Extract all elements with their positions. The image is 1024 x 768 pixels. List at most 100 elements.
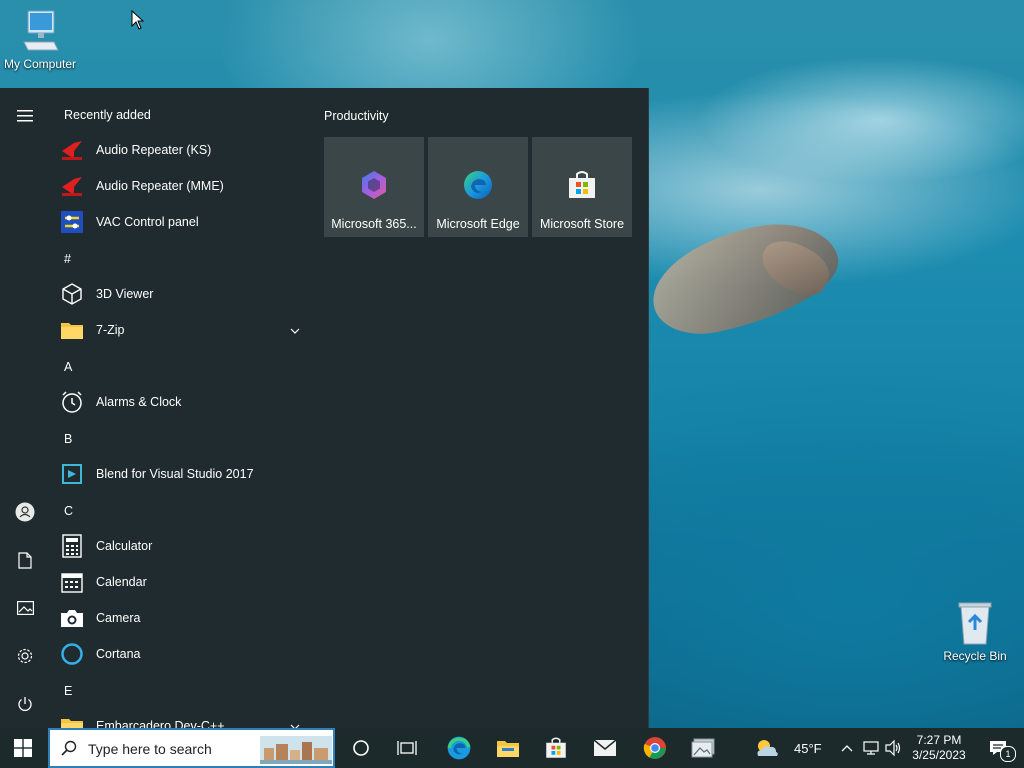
- app-label: 3D Viewer: [96, 287, 154, 301]
- hamburger-menu-icon[interactable]: [13, 104, 37, 128]
- app-label: Calculator: [96, 539, 153, 553]
- store-icon: [546, 737, 566, 758]
- image-viewer-taskbar-button[interactable]: [680, 728, 726, 768]
- mail-icon: [593, 739, 617, 756]
- letter-header-a[interactable]: A: [64, 360, 72, 374]
- pictures-icon[interactable]: [13, 596, 37, 620]
- task-view-button[interactable]: [384, 728, 430, 768]
- volume-button[interactable]: [883, 728, 905, 768]
- cortana-taskbar-button[interactable]: [338, 728, 384, 768]
- search-highlight-illustration-icon: [260, 736, 332, 764]
- letter-header-hash[interactable]: #: [64, 252, 71, 266]
- blend-icon: [60, 462, 84, 486]
- recycle-bin-desktop-icon[interactable]: Recycle Bin: [935, 600, 1015, 663]
- tile-microsoft-edge[interactable]: Microsoft Edge: [428, 137, 528, 237]
- notification-count-badge: 1: [1000, 746, 1016, 762]
- chevron-down-icon[interactable]: [290, 323, 300, 337]
- app-calendar[interactable]: Calendar: [60, 564, 310, 600]
- my-computer-desktop-icon[interactable]: My Computer: [0, 8, 80, 71]
- app-list: Audio Repeater (KS) Audio Repeater (MME)…: [50, 88, 310, 728]
- weather-temperature: 45°F: [794, 740, 822, 756]
- app-alarms-clock[interactable]: Alarms & Clock: [60, 384, 310, 420]
- store-taskbar-button[interactable]: [533, 728, 579, 768]
- audio-repeater-icon: [60, 174, 84, 198]
- app-label: 7-Zip: [96, 323, 125, 337]
- app-label: Blend for Visual Studio 2017: [96, 467, 254, 481]
- taskbar-search-box[interactable]: Type here to search: [48, 728, 335, 768]
- letter-header-e[interactable]: E: [64, 684, 72, 698]
- microsoft-365-icon: [362, 171, 386, 199]
- search-placeholder: Type here to search: [88, 741, 212, 757]
- app-label: Alarms & Clock: [96, 395, 182, 409]
- start-menu: Recently added Audio Repeater (KS) Audio…: [0, 88, 649, 728]
- power-icon[interactable]: [13, 692, 37, 716]
- audio-repeater-icon: [60, 138, 84, 162]
- app-blend-visual-studio[interactable]: Blend for Visual Studio 2017: [60, 456, 310, 492]
- edge-taskbar-button[interactable]: [436, 728, 482, 768]
- show-hidden-icons-button[interactable]: [837, 728, 857, 768]
- calendar-icon: [60, 570, 84, 594]
- app-embarcadero-folder[interactable]: Embarcadero Dev-C++: [60, 708, 310, 728]
- partly-cloudy-icon: [757, 740, 778, 756]
- image-viewer-icon: [691, 738, 715, 758]
- clock-button[interactable]: 7:27 PM 3/25/2023: [906, 728, 972, 768]
- app-audio-repeater-ks[interactable]: Audio Repeater (KS): [60, 132, 310, 168]
- app-cortana[interactable]: Cortana: [60, 636, 310, 672]
- recycle-bin-icon: [958, 602, 992, 645]
- start-button[interactable]: [0, 728, 46, 768]
- tile-microsoft-365[interactable]: Microsoft 365...: [324, 137, 424, 237]
- edge-icon: [447, 736, 471, 760]
- app-3d-viewer[interactable]: 3D Viewer: [60, 276, 310, 312]
- folder-icon: [60, 318, 84, 342]
- chevron-down-icon[interactable]: [290, 719, 300, 728]
- mouse-cursor-icon: [131, 10, 145, 30]
- my-computer-label: My Computer: [3, 57, 77, 71]
- search-icon: [61, 740, 77, 756]
- settings-gear-icon[interactable]: [13, 644, 37, 668]
- app-vac-control-panel[interactable]: VAC Control panel: [60, 204, 310, 240]
- clock-icon: [60, 390, 84, 414]
- cortana-circle-icon: [353, 740, 369, 756]
- start-rail: [0, 88, 50, 728]
- action-center-button[interactable]: 1: [978, 728, 1018, 768]
- vac-control-icon: [60, 210, 84, 234]
- folder-icon: [60, 714, 84, 728]
- app-label: Camera: [96, 611, 141, 625]
- chrome-icon: [643, 737, 666, 759]
- letter-header-c[interactable]: C: [64, 504, 73, 518]
- network-button[interactable]: [860, 728, 882, 768]
- app-audio-repeater-mme[interactable]: Audio Repeater (MME): [60, 168, 310, 204]
- camera-icon: [60, 606, 84, 630]
- tile-label: Microsoft Store: [539, 217, 625, 231]
- letter-header-b[interactable]: B: [64, 432, 72, 446]
- app-label: Cortana: [96, 647, 141, 661]
- app-camera[interactable]: Camera: [60, 600, 310, 636]
- chrome-taskbar-button[interactable]: [632, 728, 678, 768]
- weather-widget[interactable]: 45°F: [752, 728, 842, 768]
- speaker-icon: [885, 740, 901, 756]
- cube-icon: [60, 282, 84, 306]
- clock-date: 3/25/2023: [912, 748, 966, 762]
- recycle-bin-label: Recycle Bin: [943, 649, 1007, 663]
- edge-icon: [464, 171, 492, 199]
- computer-icon: [23, 10, 59, 51]
- store-icon: [569, 171, 595, 198]
- productivity-group-header[interactable]: Productivity: [324, 109, 389, 123]
- documents-icon[interactable]: [13, 548, 37, 572]
- calculator-icon: [60, 534, 84, 558]
- app-label: Embarcadero Dev-C++: [96, 719, 225, 728]
- mail-taskbar-button[interactable]: [582, 728, 628, 768]
- tile-microsoft-store[interactable]: Microsoft Store: [532, 137, 632, 237]
- app-label: Calendar: [96, 575, 147, 589]
- user-account-icon[interactable]: [13, 500, 37, 524]
- cortana-icon: [60, 642, 84, 666]
- app-label: Audio Repeater (MME): [96, 179, 224, 193]
- tile-label: Microsoft 365...: [331, 217, 417, 231]
- app-7zip-folder[interactable]: 7-Zip: [60, 312, 310, 348]
- file-explorer-icon: [497, 741, 519, 757]
- file-explorer-taskbar-button[interactable]: [485, 728, 531, 768]
- chevron-up-icon: [841, 745, 853, 752]
- app-calculator[interactable]: Calculator: [60, 528, 310, 564]
- windows-logo-icon: [14, 739, 32, 757]
- clock-time: 7:27 PM: [916, 733, 962, 747]
